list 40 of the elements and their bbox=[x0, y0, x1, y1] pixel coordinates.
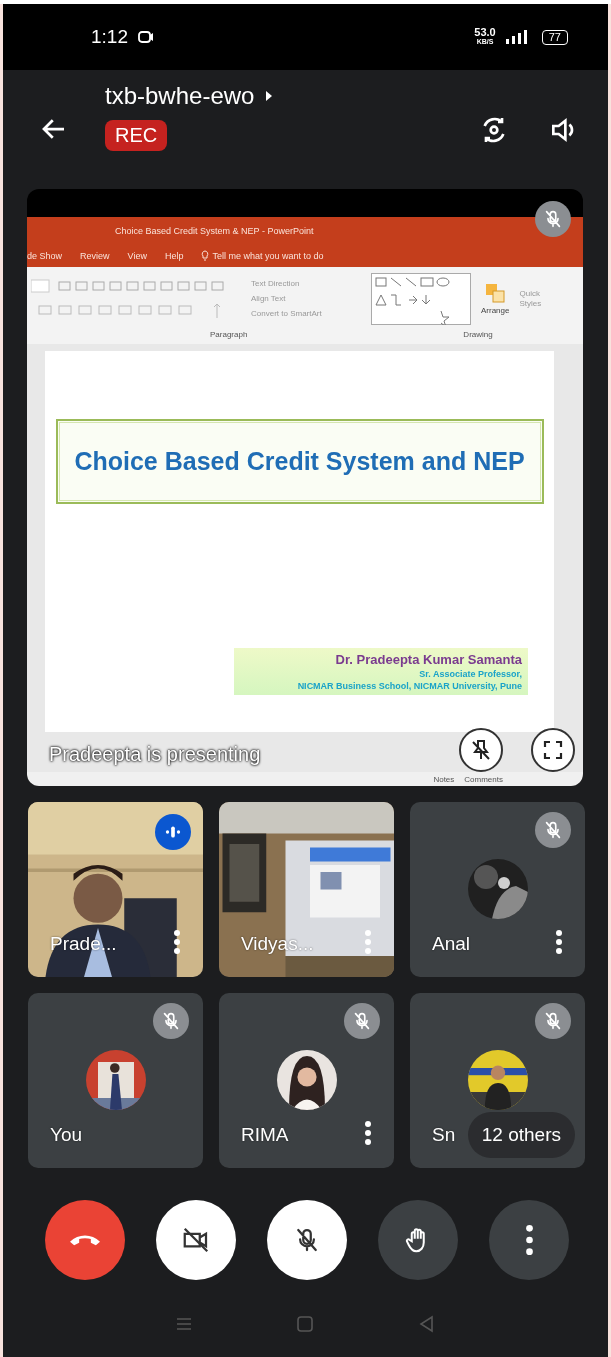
screen-record-icon bbox=[138, 30, 154, 44]
more-options-icon[interactable] bbox=[364, 1120, 372, 1146]
hang-up-icon bbox=[70, 1233, 100, 1247]
author-name: Dr. Pradeepta Kumar Samanta bbox=[335, 652, 522, 667]
others-chip[interactable]: 12 others bbox=[467, 1112, 575, 1158]
participant-tile[interactable]: Sn 12 others bbox=[410, 993, 585, 1168]
author-affiliation: NICMAR Business School, NICMAR University, Pune bbox=[297, 681, 522, 691]
presenting-label: Pradeepta is presenting bbox=[49, 743, 261, 766]
participant-name: RIMA bbox=[241, 1124, 289, 1146]
tell-me-field[interactable]: Tell me what you want to do bbox=[212, 250, 324, 261]
more-icon bbox=[525, 1225, 533, 1255]
participant-name: You bbox=[50, 1124, 83, 1146]
ribbon-tab[interactable]: Help bbox=[164, 250, 184, 261]
battery-level: 77 bbox=[541, 29, 568, 45]
group-label: Drawing bbox=[463, 330, 493, 341]
participant-tile[interactable]: RIMA bbox=[219, 993, 394, 1168]
participant-name: Anal bbox=[432, 933, 471, 955]
ribbon-tab[interactable]: de Show bbox=[27, 250, 63, 261]
author-role: Sr. Associate Professor, bbox=[419, 669, 522, 679]
notes-button[interactable]: Notes bbox=[433, 774, 455, 784]
pin-off-icon bbox=[469, 738, 493, 762]
participant-name: Sn bbox=[432, 1124, 456, 1146]
arrange-button[interactable]: Arrange bbox=[481, 306, 510, 315]
slide-title: Choice Based Credit System and NEP bbox=[55, 419, 544, 504]
participant-tile[interactable]: You bbox=[28, 993, 203, 1168]
recording-badge: REC bbox=[105, 120, 168, 151]
more-options-icon[interactable] bbox=[555, 929, 563, 955]
ribbon-tab[interactable]: View bbox=[127, 250, 147, 261]
window-title: Choice Based Credit System & NEP - PowerPoint bbox=[115, 225, 314, 236]
clock: 1:12 bbox=[91, 26, 128, 48]
meeting-code[interactable]: txb-bwhe-ewo bbox=[105, 82, 255, 110]
participant-tile[interactable]: Anal bbox=[410, 802, 585, 977]
fullscreen-icon bbox=[541, 738, 565, 762]
lightbulb-icon bbox=[201, 250, 210, 261]
more-options-icon[interactable] bbox=[173, 929, 181, 955]
comments-button[interactable]: Comments bbox=[464, 774, 503, 784]
arrange-icon bbox=[484, 282, 507, 304]
ribbon-tab[interactable]: Review bbox=[80, 250, 110, 261]
camera-off-icon bbox=[181, 1225, 211, 1255]
group-label: Paragraph bbox=[210, 330, 248, 341]
